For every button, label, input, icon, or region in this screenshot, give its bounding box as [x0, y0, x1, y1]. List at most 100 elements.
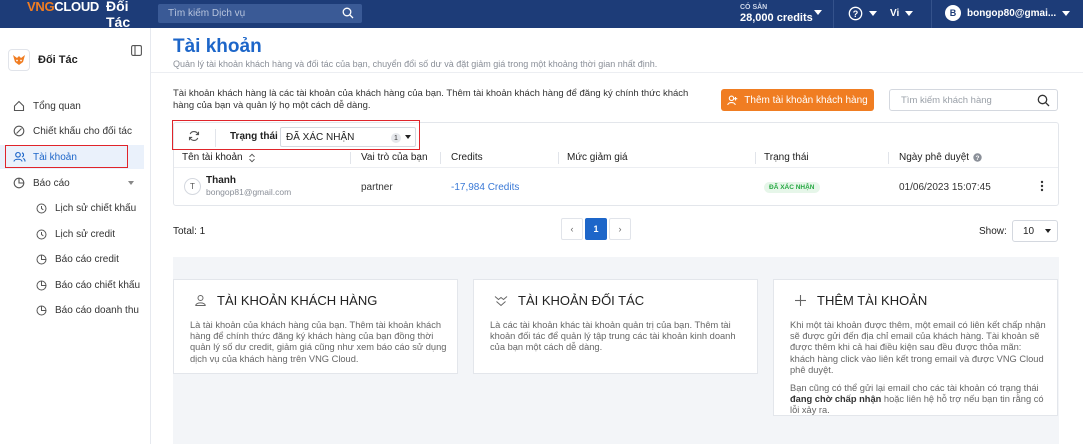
top-bar: VNG CLOUD Đối Tác Tìm kiếm Dịch vụ CÓ SẴ… — [0, 0, 1083, 30]
sidebar-subitem-revenue-report[interactable]: Báo cáo doanh thu — [0, 298, 139, 322]
info-card-body: Khi một tài khoản được thêm, một email c… — [790, 320, 1048, 424]
chevron-down-icon[interactable] — [814, 10, 822, 15]
sidebar-subitem-credit-history[interactable]: Lịch sử credit — [0, 222, 115, 246]
sidebar-title: Đối Tác — [38, 54, 78, 66]
search-icon[interactable] — [342, 7, 354, 22]
pending-status-text: đang chờ chấp nhận — [790, 394, 882, 405]
plus-icon — [794, 294, 807, 307]
brand-cloud: CLOUD — [54, 0, 99, 14]
table-header: Tên tài khoản Vai trò của bạn Credits Mứ… — [174, 150, 1058, 165]
history-icon — [34, 229, 48, 240]
account-email: bongop81@gmail.com — [206, 187, 292, 197]
service-search-placeholder: Tìm kiếm Dịch vụ — [168, 8, 246, 19]
column-header-approval-date[interactable]: Ngày phê duyệt ? — [899, 150, 982, 165]
info-card-body: Là tài khoản của khách hàng của bạn. Thê… — [190, 320, 448, 372]
info-card-title: TÀI KHOẢN ĐỐI TÁC — [518, 293, 645, 308]
highlight-box — [172, 120, 420, 150]
avatar: T — [184, 178, 201, 195]
brand-logo[interactable]: VNG CLOUD Đối Tác — [27, 0, 147, 30]
highlight-box — [5, 145, 128, 168]
svg-text:?: ? — [853, 9, 859, 19]
info-card-title: TÀI KHOẢN KHÁCH HÀNG — [217, 293, 378, 308]
report-icon — [12, 177, 26, 189]
customer-search-input[interactable]: Tìm kiếm khách hàng — [889, 89, 1058, 111]
sidebar-subitem-credit-report[interactable]: Báo cáo credit — [0, 247, 119, 271]
sidebar-subitem-label: Lịch sử credit — [55, 228, 116, 240]
sidebar-item-label: Chiết khấu cho đối tác — [33, 125, 132, 137]
page-button-current[interactable]: 1 — [585, 218, 607, 240]
credits-label: CÓ SẴN — [740, 4, 768, 11]
credits-link[interactable]: -17,984 Credits — [451, 182, 519, 193]
approval-date-cell: 01/06/2023 15:07:45 — [899, 168, 991, 206]
sidebar-subitem-discount-report[interactable]: Báo cáo chiết khấu — [0, 273, 140, 297]
history-icon — [34, 203, 48, 214]
partner-icon — [494, 295, 508, 307]
more-options-icon[interactable] — [1040, 180, 1044, 195]
language-label: Vi — [890, 8, 900, 19]
page-size-label: Show: — [979, 226, 1007, 237]
help-circle-icon: ? — [848, 6, 863, 21]
info-card-title: THÊM TÀI KHOẢN — [817, 293, 928, 308]
credits-value: 28,000 credits — [740, 12, 813, 24]
column-header-account-name[interactable]: Tên tài khoản — [182, 150, 256, 165]
info-card-text: Là các tài khoản khác tài khoản quản trị… — [490, 320, 736, 353]
sidebar-subitem-label: Lịch sử chiết khấu — [55, 202, 137, 214]
user-icon — [194, 294, 207, 307]
info-section: TÀI KHOẢN KHÁCH HÀNG Là tài khoản của kh… — [173, 257, 1059, 444]
chevron-down-icon — [1062, 10, 1071, 16]
column-header-discount: Mức giảm giá — [567, 150, 628, 165]
role-cell: partner — [361, 168, 393, 206]
main-content: Tài khoản Quản lý tài khoản khách hàng v… — [151, 28, 1083, 444]
role-value: partner — [361, 181, 393, 193]
info-card-text-part: Bạn cũng có thể gửi lại email cho các tà… — [790, 383, 1039, 394]
page-size-select[interactable]: 10 — [1012, 220, 1058, 242]
previous-page-button[interactable]: ‹ — [561, 218, 583, 240]
search-icon[interactable] — [1037, 94, 1050, 110]
sidebar-header: Đối Tác — [0, 28, 150, 78]
column-header-label: Credits — [451, 152, 483, 163]
svg-text:?: ? — [976, 155, 980, 162]
table-row[interactable]: T Thanh bongop81@gmail.com partner -17,9… — [174, 167, 1058, 205]
brand-partner: Đối Tác — [106, 0, 131, 30]
add-customer-account-button[interactable]: Thêm tài khoản khách hàng — [721, 89, 874, 111]
chevron-down-icon — [905, 11, 914, 16]
sidebar-subitem-label: Báo cáo doanh thu — [55, 304, 139, 316]
credits-display[interactable]: CÓ SẴN 28,000 credits — [740, 3, 813, 24]
user-email: bongop80@gmai... — [967, 7, 1057, 19]
sidebar-item-label: Báo cáo — [33, 177, 70, 189]
help-menu[interactable]: ? — [848, 6, 877, 21]
user-menu[interactable]: B bongop80@gmai... — [945, 5, 1071, 21]
accounts-description: Tài khoản khách hàng là các tài khoản củ… — [173, 88, 689, 111]
divider — [151, 72, 1083, 73]
sidebar-item-overview[interactable]: Tổng quan — [0, 94, 81, 118]
sort-icon — [248, 153, 255, 162]
collapse-sidebar-icon[interactable] — [131, 45, 142, 59]
info-card-body: Là các tài khoản khác tài khoản quản trị… — [490, 320, 748, 361]
info-card-add-account: THÊM TÀI KHOẢN Khi một tài khoản được th… — [773, 279, 1058, 416]
sidebar-subitem-discount-history[interactable]: Lịch sử chiết khấu — [0, 196, 136, 220]
divider — [888, 152, 889, 164]
sidebar-item-label: Tổng quan — [33, 100, 81, 112]
language-selector[interactable]: Vi — [890, 8, 914, 19]
divider — [833, 0, 834, 28]
service-search-input[interactable]: Tìm kiếm Dịch vụ — [158, 4, 362, 23]
add-user-icon — [727, 95, 738, 106]
column-header-role: Vai trò của bạn — [361, 150, 428, 165]
next-page-button[interactable]: › — [609, 218, 631, 240]
sidebar-item-partner-discount[interactable]: Chiết khấu cho đối tác — [0, 119, 132, 143]
column-header-status: Trạng thái — [764, 150, 809, 165]
divider — [440, 152, 441, 164]
avatar: B — [945, 5, 961, 21]
status-cell: ĐÃ XÁC NHẬN — [764, 168, 820, 206]
sidebar-item-reports[interactable]: Báo cáo — [0, 171, 144, 195]
approval-date-value: 01/06/2023 15:07:45 — [899, 181, 991, 193]
total-count: Total: 1 — [173, 226, 206, 237]
divider — [350, 152, 351, 164]
chevron-down-icon — [1045, 229, 1051, 233]
brand-vng: VNG — [27, 0, 55, 14]
account-name: Thanh — [206, 175, 236, 186]
column-header-label: Mức giảm giá — [567, 152, 628, 163]
info-card-text: Khi một tài khoản được thêm, một email c… — [790, 320, 1046, 375]
page-size-value: 10 — [1023, 226, 1035, 237]
sidebar-subitem-label: Báo cáo chiết khấu — [55, 279, 141, 291]
